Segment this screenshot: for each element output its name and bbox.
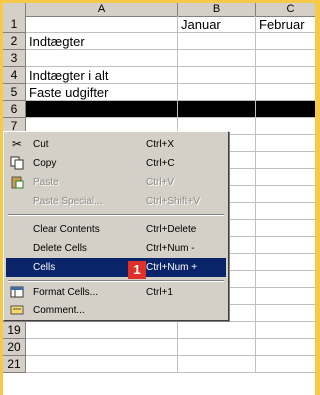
row-header[interactable]: 5 [3, 84, 26, 101]
table-row: 4 Indtægter i alt [3, 67, 315, 84]
cell-c[interactable] [256, 33, 315, 50]
menu-label: Copy [33, 158, 57, 169]
menu-label: Paste [33, 177, 59, 188]
column-header-a[interactable]: A [26, 3, 178, 16]
menu-shortcut: Ctrl+Shift+V [146, 196, 200, 207]
table-row: 21 [3, 356, 315, 373]
row-header[interactable]: 21 [3, 356, 26, 373]
table-row: 5 Faste udgifter [3, 84, 315, 101]
column-header-c[interactable]: C [256, 3, 315, 16]
select-all-corner[interactable] [3, 3, 26, 16]
cell-a[interactable] [26, 322, 178, 339]
menu-shortcut: Ctrl+Num - [146, 243, 195, 254]
menu-item-delete-cells[interactable]: Delete Cells Ctrl+Num - [6, 239, 226, 258]
row-header[interactable]: 20 [3, 339, 26, 356]
cell-a[interactable]: Indtægter i alt [26, 67, 178, 84]
row-header[interactable]: 4 [3, 67, 26, 84]
cell-c[interactable]: Februar [256, 16, 315, 33]
copy-icon [9, 156, 25, 171]
menu-item-copy[interactable]: Copy Ctrl+C [6, 154, 226, 173]
cell-a[interactable]: Faste udgifter [26, 84, 178, 101]
cell-b[interactable] [178, 84, 256, 101]
menu-label: Cells [33, 262, 56, 273]
cell-c[interactable] [256, 356, 315, 373]
comment-icon [9, 303, 25, 318]
cell-a[interactable] [26, 101, 178, 118]
menu-item-clear-contents[interactable]: Clear Contents Ctrl+Delete [6, 220, 226, 239]
cell-a[interactable] [26, 50, 178, 67]
table-row: 19 [3, 322, 315, 339]
cell-c[interactable] [256, 135, 315, 152]
cell-b[interactable] [178, 339, 256, 356]
cell-a[interactable] [26, 356, 178, 373]
cell-c[interactable] [256, 288, 315, 305]
table-row: 2 Indtægter [3, 33, 315, 50]
cell-c[interactable] [256, 67, 315, 84]
menu-label: Paste Special... [33, 196, 103, 207]
cell-c[interactable] [256, 203, 315, 220]
context-menu-lower: Format Cells... Ctrl+1 Comment... [3, 283, 229, 321]
menu-shortcut: Ctrl+1 [146, 287, 173, 298]
menu-item-cells[interactable]: Cells Ctrl+Num + [6, 258, 226, 277]
row-header[interactable]: 1 [3, 16, 26, 33]
cell-b[interactable] [178, 322, 256, 339]
cell-c[interactable] [256, 186, 315, 203]
cell-c[interactable] [256, 169, 315, 186]
cell-b[interactable] [178, 33, 256, 50]
cell-c[interactable] [256, 305, 315, 322]
scissors-icon: ✂ [11, 137, 23, 151]
cell-c[interactable] [256, 322, 315, 339]
table-row: 20 [3, 339, 315, 356]
menu-label: Cut [33, 139, 49, 150]
row-header[interactable]: 2 [3, 33, 26, 50]
cell-c[interactable] [256, 84, 315, 101]
step-badge: 1 [128, 261, 146, 279]
cell-b[interactable] [178, 101, 256, 118]
cell-c[interactable] [256, 118, 315, 135]
menu-shortcut: Ctrl+V [146, 177, 175, 188]
cell-c[interactable] [256, 271, 315, 288]
menu-item-paste[interactable]: Paste Ctrl+V [6, 173, 226, 192]
cell-c[interactable] [256, 254, 315, 271]
format-cells-icon [9, 285, 25, 300]
cell-c[interactable] [256, 101, 315, 118]
menu-item-paste-special[interactable]: Paste Special... Ctrl+Shift+V [6, 192, 226, 211]
cell-b[interactable] [178, 356, 256, 373]
menu-label: Clear Contents [33, 224, 100, 235]
table-row: 3 [3, 50, 315, 67]
table-row: 1 Januar Februar [3, 16, 315, 33]
cell-b[interactable] [178, 50, 256, 67]
menu-label: Comment... [33, 305, 85, 316]
cell-a[interactable] [26, 339, 178, 356]
paste-icon [9, 175, 25, 190]
cell-c[interactable] [256, 339, 315, 356]
menu-item-comment[interactable]: Comment... [6, 301, 226, 320]
cell-b[interactable]: Januar [178, 16, 256, 33]
cell-a[interactable]: Indtægter [26, 33, 178, 50]
menu-shortcut: Ctrl+X [146, 139, 175, 150]
menu-shortcut: Ctrl+C [146, 158, 175, 169]
column-header-b[interactable]: B [178, 3, 256, 16]
cell-c[interactable] [256, 237, 315, 254]
menu-item-format-cells[interactable]: Format Cells... Ctrl+1 [6, 283, 226, 302]
cell-b[interactable] [178, 67, 256, 84]
context-menu: ✂ Cut Ctrl+X Copy Ctrl+C Paste Ctrl+V Pa… [3, 131, 229, 300]
row-header[interactable]: 6 [3, 101, 26, 118]
row-header[interactable]: 19 [3, 322, 26, 339]
column-header-bar: A B C [3, 3, 315, 17]
menu-separator [8, 214, 224, 216]
row-header[interactable]: 3 [3, 50, 26, 67]
menu-item-cut[interactable]: ✂ Cut Ctrl+X [6, 135, 226, 154]
cell-a[interactable] [26, 16, 178, 33]
menu-label: Format Cells... [33, 287, 99, 298]
cell-c[interactable] [256, 220, 315, 237]
cell-c[interactable] [256, 152, 315, 169]
cell-c[interactable] [256, 50, 315, 67]
menu-label: Delete Cells [33, 243, 87, 254]
menu-shortcut: Ctrl+Delete [146, 224, 197, 235]
menu-shortcut: Ctrl+Num + [146, 262, 198, 273]
table-row: 6 [3, 101, 315, 118]
menu-separator [8, 280, 224, 282]
